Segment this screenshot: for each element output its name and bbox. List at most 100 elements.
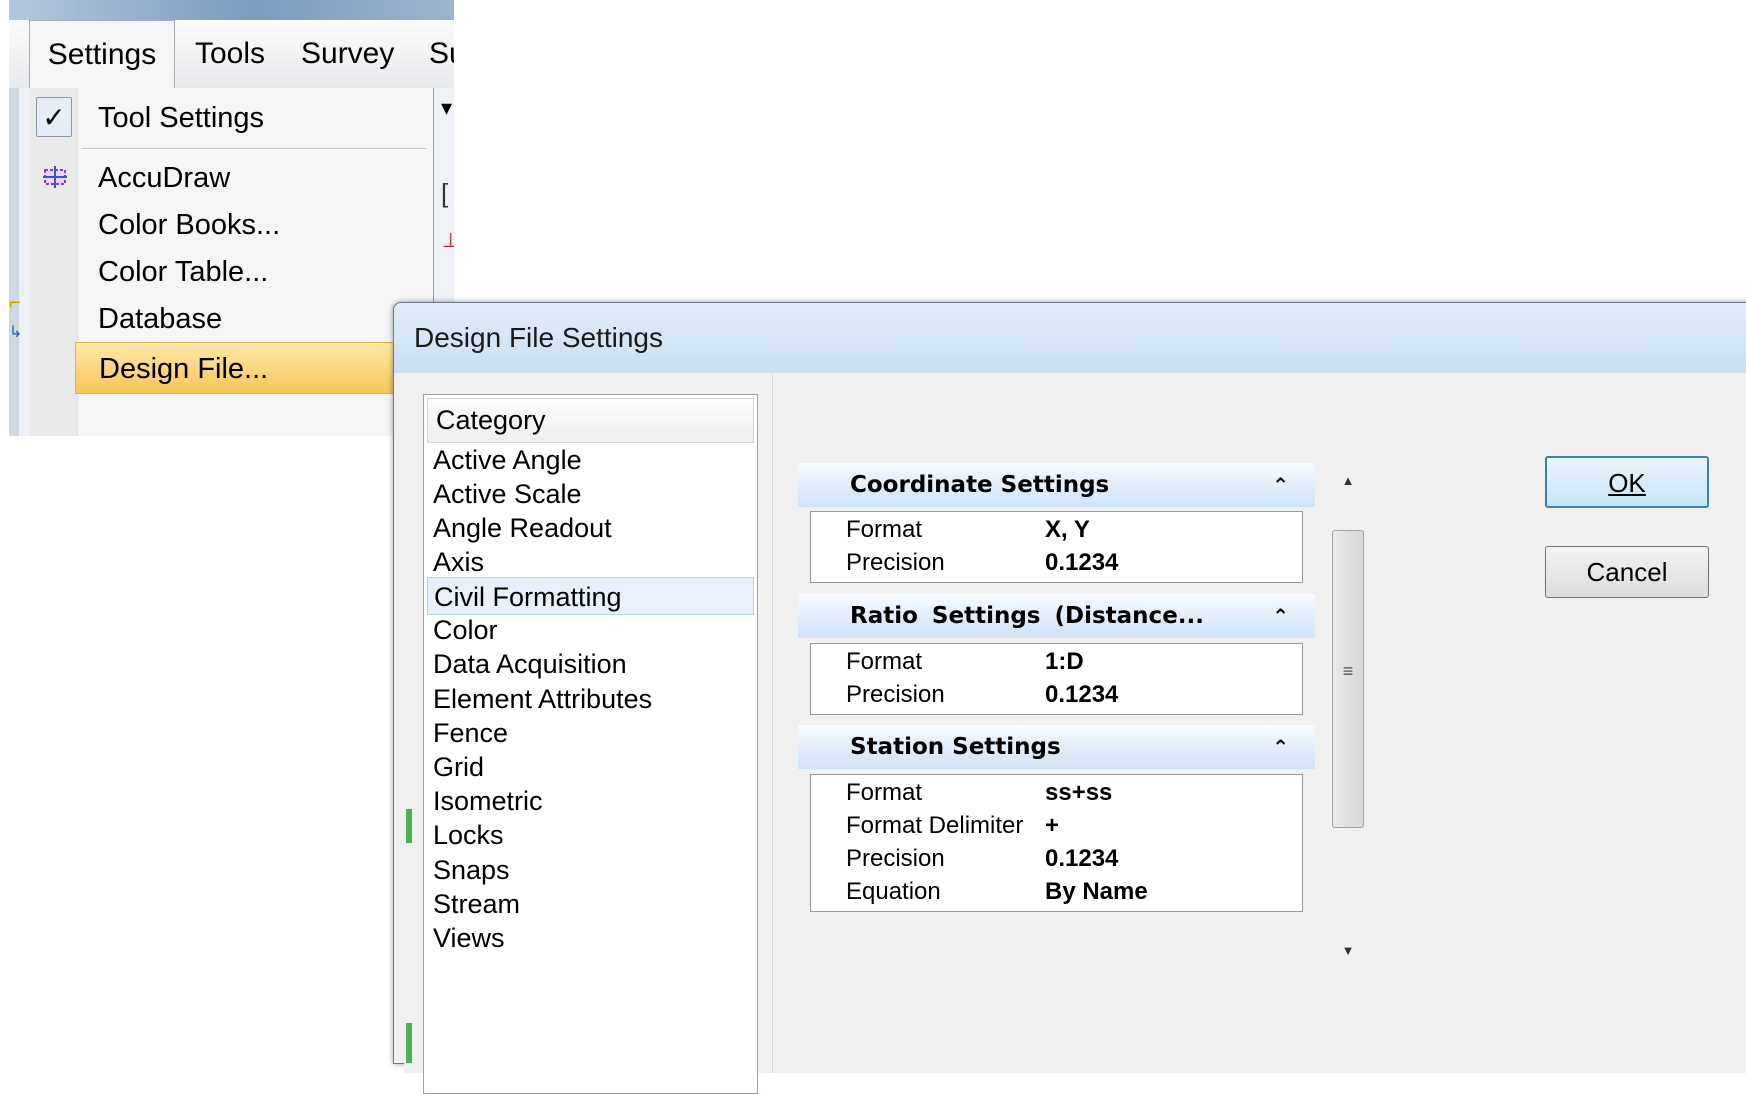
property-label: Precision (846, 549, 945, 576)
section-title: Coordinate Settings (850, 472, 1110, 498)
section-body-coordinate-settings: Format X, Y Precision 0.1234 (810, 511, 1303, 583)
background-app-fragment (406, 1023, 412, 1063)
property-row-format[interactable]: Format 1:D (811, 644, 1302, 680)
property-row-format[interactable]: Format X, Y (811, 512, 1302, 548)
list-item-data-acquisition[interactable]: Data Acquisition (427, 645, 754, 683)
list-item-active-angle[interactable]: Active Angle (427, 441, 754, 479)
collapse-chevron-icon[interactable]: ⌃ (1272, 594, 1289, 638)
list-item-label: Stream (433, 889, 521, 919)
menu-item-design-file[interactable]: Design File... (75, 342, 434, 394)
property-label: Equation (846, 878, 941, 905)
list-item-label: Data Acquisition (433, 649, 627, 679)
category-list: Category Active Angle Active Scale Angle… (423, 394, 758, 1094)
vertical-scrollbar[interactable]: ▲ ≡ ▼ (1330, 466, 1366, 966)
list-item-axis[interactable]: Axis (427, 543, 754, 581)
cancel-button[interactable]: Cancel (1545, 546, 1709, 598)
collapse-chevron-icon[interactable]: ⌃ (1272, 463, 1289, 507)
section-title: Ratio Settings (Distance... (850, 603, 1205, 629)
menu-item-color-books-label: Color Books... (98, 209, 281, 241)
dropdown-arrow-icon[interactable]: ▾ (441, 95, 452, 121)
list-item-civil-formatting[interactable]: Civil Formatting (427, 577, 754, 615)
list-item-angle-readout[interactable]: Angle Readout (427, 509, 754, 547)
section-body-station-settings: Format ss+ss Format Delimiter + Precisio… (810, 774, 1303, 912)
property-value: 0.1234 (1045, 549, 1119, 576)
scroll-down-arrow-icon[interactable]: ▼ (1330, 936, 1366, 966)
toolbar-bracket-icon: [ (441, 178, 449, 208)
category-header-label: Category (436, 405, 546, 435)
menu-item-accudraw-label: AccuDraw (98, 162, 231, 194)
property-value: ss+ss (1045, 779, 1113, 806)
menu-item-tool-settings-label: Tool Settings (98, 102, 265, 134)
toolbar-arrow-icon: ↳ (9, 324, 23, 341)
menu-su-label: Su (429, 37, 454, 70)
menu-item-database[interactable]: Database (30, 293, 434, 345)
section-body-ratio-settings: Format 1:D Precision 0.1234 (810, 643, 1303, 715)
property-value: + (1045, 812, 1060, 839)
dialog-client-area: Category Active Angle Active Scale Angle… (404, 373, 1746, 1094)
settings-dropdown-menu: ✓ Tool Settings AccuDraw Color Books... … (30, 88, 434, 436)
property-label: Format (846, 516, 923, 543)
property-label: Precision (846, 845, 945, 872)
list-item-label: Color (433, 615, 498, 645)
section-header-station-settings[interactable]: Station Settings ⌃ (798, 725, 1315, 769)
left-toolbar-strip (9, 88, 19, 436)
list-item-active-scale[interactable]: Active Scale (427, 475, 754, 513)
design-file-settings-dialog: Design File Settings Category Active Ang… (393, 302, 1746, 1094)
menu-tools[interactable]: Tools (189, 20, 271, 88)
property-label: Format Delimiter (846, 812, 1024, 839)
list-item-label: Civil Formatting (434, 582, 622, 612)
list-item-label: Active Angle (433, 445, 582, 475)
dialog-title: Design File Settings (414, 322, 664, 353)
menu-item-color-table-label: Color Table... (98, 256, 269, 288)
ok-button[interactable]: OK (1545, 456, 1709, 508)
list-item-label: Grid (433, 752, 485, 782)
property-value: By Name (1045, 878, 1148, 905)
section-header-ratio-settings[interactable]: Ratio Settings (Distance... ⌃ (798, 594, 1315, 638)
list-item-snaps[interactable]: Snaps (427, 851, 754, 889)
property-row-equation[interactable]: Equation By Name (811, 874, 1302, 910)
menu-item-accudraw[interactable]: AccuDraw (30, 152, 434, 204)
menu-item-color-table[interactable]: Color Table... (30, 246, 434, 298)
property-row-precision[interactable]: Precision 0.1234 (811, 841, 1302, 877)
section-header-coordinate-settings[interactable]: Coordinate Settings ⌃ (798, 463, 1315, 507)
menu-separator (82, 148, 427, 150)
list-item-fence[interactable]: Fence (427, 714, 754, 752)
dialog-titlebar[interactable]: Design File Settings (394, 303, 1746, 373)
category-column-header[interactable]: Category (427, 398, 754, 443)
menu-tools-label: Tools (195, 37, 266, 70)
collapse-chevron-icon[interactable]: ⌃ (1272, 725, 1289, 769)
scroll-up-arrow-icon[interactable]: ▲ (1330, 466, 1366, 496)
property-row-format-delimiter[interactable]: Format Delimiter + (811, 808, 1302, 844)
list-item-label: Snaps (433, 855, 510, 885)
list-item-views[interactable]: Views (427, 919, 754, 957)
menu-item-color-books[interactable]: Color Books... (30, 199, 434, 251)
property-row-format[interactable]: Format ss+ss (811, 775, 1302, 811)
menu-su-truncated[interactable]: Su (423, 20, 454, 88)
list-item-element-attributes[interactable]: Element Attributes (427, 680, 754, 718)
list-item-grid[interactable]: Grid (427, 748, 754, 786)
property-row-precision[interactable]: Precision 0.1234 (811, 677, 1302, 713)
menu-item-design-file-label: Design File... (99, 353, 269, 385)
checkmark-icon: ✓ (36, 97, 72, 137)
list-item-isometric[interactable]: Isometric (427, 782, 754, 820)
background-app-fragment (406, 809, 412, 843)
menu-survey[interactable]: Survey (295, 20, 400, 88)
menu-item-tool-settings[interactable]: ✓ Tool Settings (30, 92, 434, 144)
property-row-precision[interactable]: Precision 0.1234 (811, 545, 1302, 581)
menu-settings[interactable]: Settings (29, 20, 175, 88)
toolbar-pin-icon: ⌐ (9, 292, 21, 314)
property-value: X, Y (1045, 516, 1090, 543)
list-item-label: Isometric (433, 786, 543, 816)
menu-settings-label: Settings (47, 38, 157, 71)
scrollbar-thumb[interactable]: ≡ (1332, 530, 1364, 828)
list-item-stream[interactable]: Stream (427, 885, 754, 923)
list-item-color[interactable]: Color (427, 611, 754, 649)
menu-item-database-label: Database (98, 303, 223, 335)
accudraw-icon (43, 166, 67, 188)
property-value: 0.1234 (1045, 845, 1119, 872)
list-item-label: Axis (433, 547, 485, 577)
list-item-locks[interactable]: Locks (427, 816, 754, 854)
ok-button-label: OK (1608, 468, 1646, 498)
list-item-label: Active Scale (433, 479, 582, 509)
menu-survey-label: Survey (301, 37, 395, 70)
